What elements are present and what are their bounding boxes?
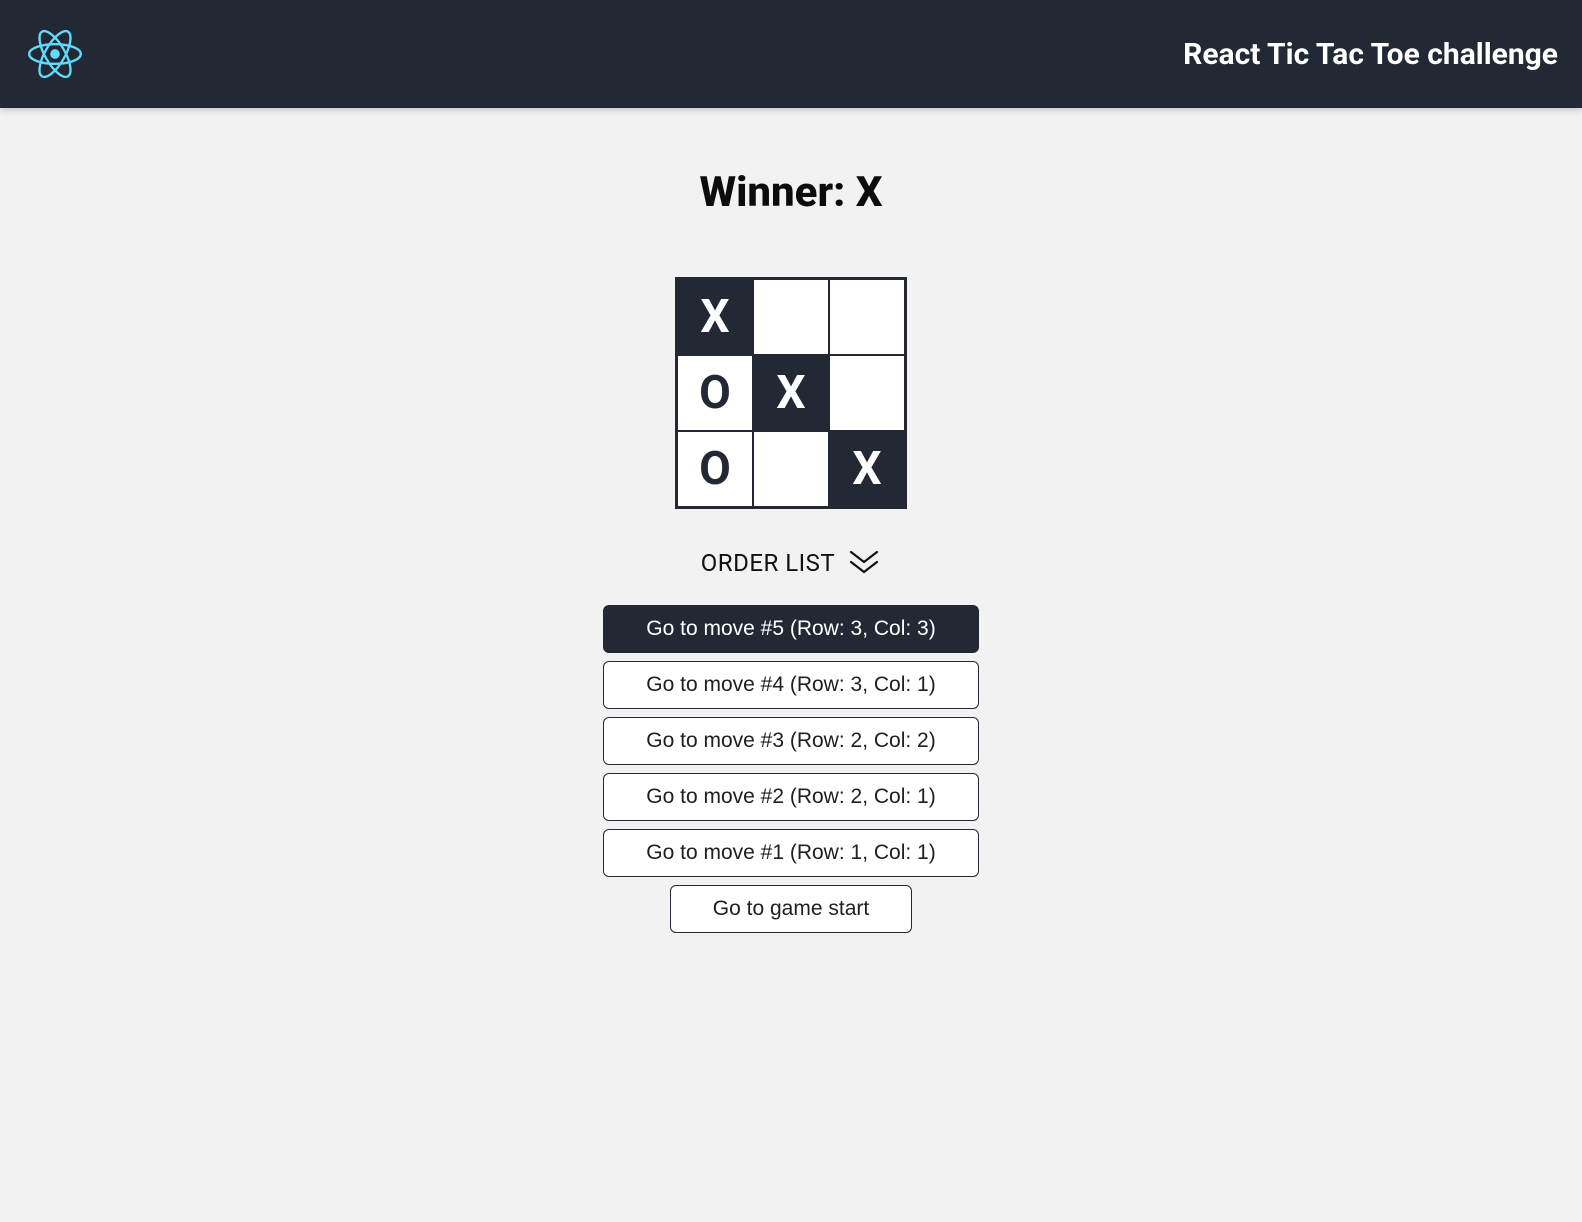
board-square-0[interactable]: X (677, 279, 753, 355)
board-square-7[interactable] (753, 431, 829, 507)
double-chevron-down-icon (847, 550, 881, 576)
board-square-1[interactable] (753, 279, 829, 355)
go-to-move-button-4[interactable]: Go to move #1 (Row: 1, Col: 1) (603, 829, 979, 877)
game-board: XOXOX (675, 277, 907, 509)
go-to-move-button-2[interactable]: Go to move #3 (Row: 2, Col: 2) (603, 717, 979, 765)
go-to-move-button-3[interactable]: Go to move #2 (Row: 2, Col: 1) (603, 773, 979, 821)
board-square-6[interactable]: O (677, 431, 753, 507)
board-square-3[interactable]: O (677, 355, 753, 431)
header-title: React Tic Tac Toe challenge (1183, 37, 1558, 72)
board-square-4[interactable]: X (753, 355, 829, 431)
react-logo-icon (28, 27, 82, 81)
board-square-5[interactable] (829, 355, 905, 431)
main-content: Winner: X XOXOX ORDER LIST Go to move #5… (0, 108, 1582, 933)
board-square-2[interactable] (829, 279, 905, 355)
order-label: ORDER LIST (701, 549, 835, 577)
go-to-move-button-1[interactable]: Go to move #4 (Row: 3, Col: 1) (603, 661, 979, 709)
go-to-move-button-0[interactable]: Go to move #5 (Row: 3, Col: 3) (603, 605, 979, 653)
app-header: React Tic Tac Toe challenge (0, 0, 1582, 108)
board-square-8[interactable]: X (829, 431, 905, 507)
go-to-start-button[interactable]: Go to game start (670, 885, 912, 933)
game-status: Winner: X (699, 168, 882, 217)
order-toggle[interactable]: ORDER LIST (701, 549, 881, 577)
move-history-list: Go to move #5 (Row: 3, Col: 3) Go to move… (603, 605, 979, 933)
